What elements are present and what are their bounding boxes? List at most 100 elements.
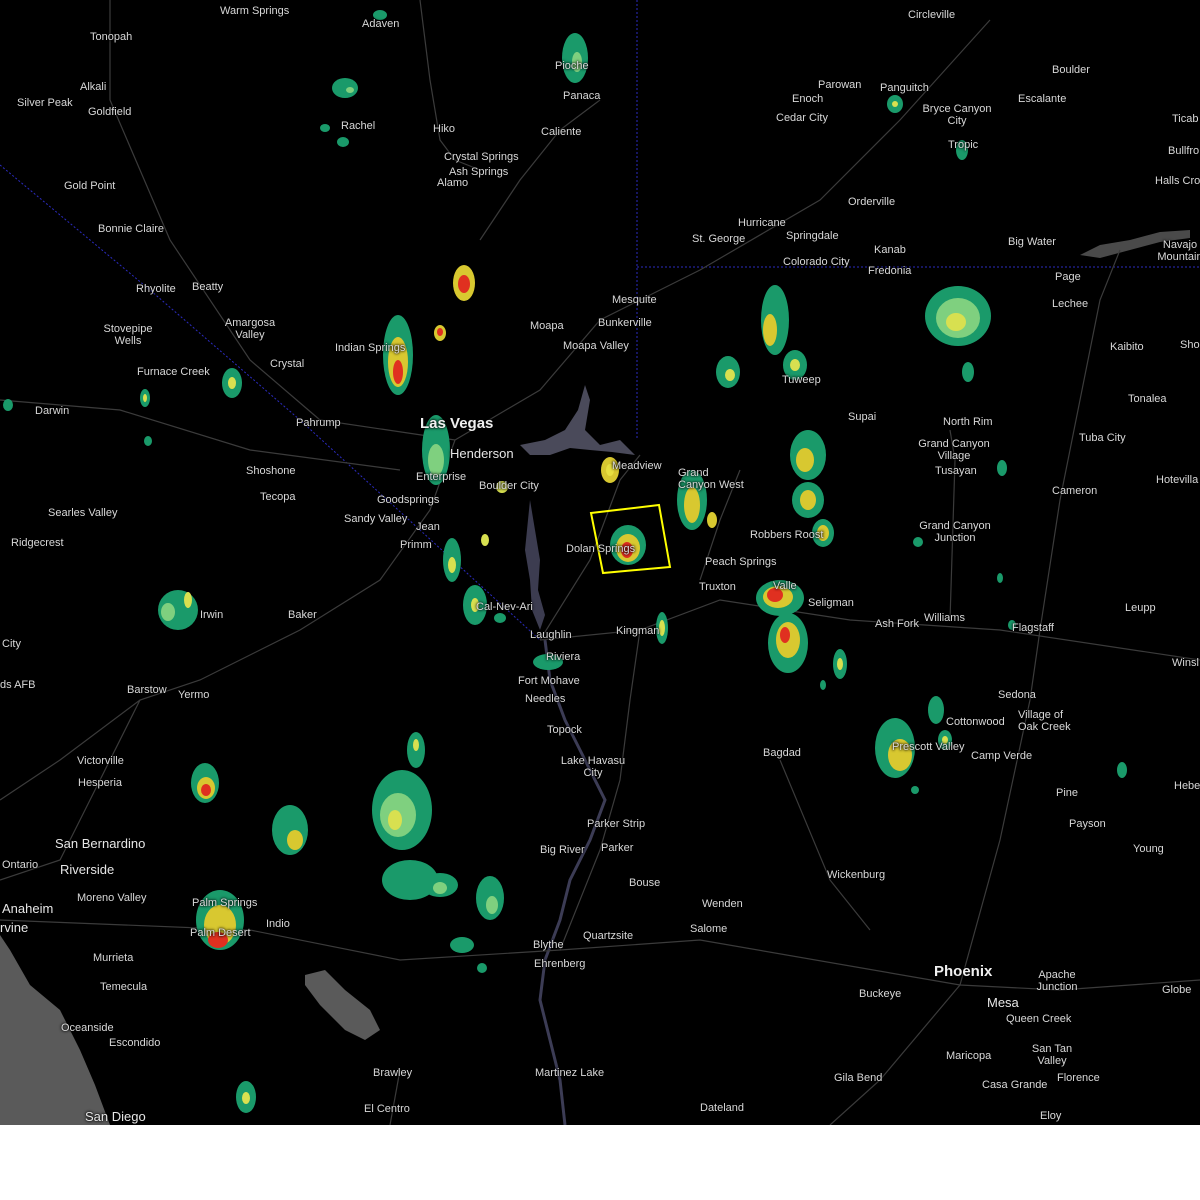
place-label: Grand Canyon West [678,467,744,491]
place-label: Orderville [848,196,896,208]
place-label: Victorville [77,755,124,767]
place-label: Fort Mohave [518,675,580,687]
city-label: Phoenix [934,963,993,980]
salton-sea [305,970,380,1040]
place-label: Ehrenberg [534,958,586,970]
place-label: Indian Springs [335,342,406,354]
place-label: San Tan Valley [1031,1043,1073,1067]
place-label: Hurricane [738,217,786,229]
place-label: Primm [400,539,432,551]
place-label: Circleville [908,9,956,21]
place-label: Fredonia [868,265,912,277]
place-label: Adaven [362,18,400,30]
place-label: Hebe [1174,780,1200,792]
place-label: Rhyolite [136,283,176,295]
place-label: Lechee [1052,298,1089,310]
place-label: Sho [1180,339,1200,351]
radar-map[interactable]: Warm Springs Adaven Circleville Tonopah … [0,0,1200,1125]
place-label: Amargosa Valley [224,317,276,341]
place-label: Florence [1057,1072,1100,1084]
place-label: Prescott Valley [892,741,965,753]
place-label: Palm Desert [190,927,251,939]
place-label: Parker Strip [587,818,646,830]
place-label: Murrieta [93,952,134,964]
place-label: Pioche [555,60,589,72]
place-label: Gold Point [64,180,116,192]
place-label: Panaca [563,90,601,102]
place-label: Tonopah [90,31,133,43]
place-label: Laughlin [530,629,572,641]
place-label: Alamo [437,177,469,189]
map-canvas [0,0,1200,1125]
place-label: Searles Valley [48,507,118,519]
place-label: Wenden [702,898,743,910]
place-label: Pine [1056,787,1079,799]
city-label: Henderson [450,446,514,461]
place-label: Lake Havasu City [560,755,626,779]
place-label: Colorado City [783,256,850,268]
place-label: Bunkerville [598,317,652,329]
place-label: Tropic [948,139,979,151]
place-label: Cal-Nev-Ari [476,601,533,613]
radar-returns [3,10,1127,1113]
place-label: Palm Springs [192,897,258,909]
place-label: Big Water [1008,236,1056,248]
place-label: Hesperia [78,777,123,789]
place-label: Irwin [200,609,224,621]
place-label: Springdale [786,230,839,242]
place-label: Page [1055,271,1081,283]
place-label: Enterprise [416,471,467,483]
place-label: Williams [924,612,965,624]
place-label: Wickenburg [827,869,886,881]
place-label: Goldfield [88,106,132,118]
footer-blank [0,1125,1200,1200]
place-label: Big River [540,844,585,856]
place-label: Peach Springs [705,556,777,568]
place-label: Silver Peak [17,97,73,109]
place-label: Ridgecrest [11,537,64,549]
city-label: Riverside [60,862,115,877]
place-label: Grand Canyon Village [918,438,990,462]
place-label: Cottonwood [946,716,1005,728]
place-label: North Rim [943,416,993,428]
place-label: Tecopa [260,491,296,503]
place-label: Barstow [127,684,167,696]
place-label: City [2,638,21,650]
place-label: Stovepipe Wells [103,323,153,347]
place-label: Salome [690,923,728,935]
city-label: San Bernardino [55,836,146,851]
place-label: Mesquite [612,294,657,306]
place-label: Panguitch [880,82,929,94]
place-label: Beatty [192,281,224,293]
place-label: Winsl [1172,657,1199,669]
city-label: San Diego [85,1109,146,1124]
place-label: Hiko [433,123,456,135]
place-label: Moreno Valley [77,892,147,904]
place-label: Ticab [1172,113,1199,125]
place-label: Bonnie Claire [98,223,165,235]
place-label: Halls Cro [1155,175,1200,187]
place-label: Eloy [1040,1110,1062,1122]
place-label: Bryce Canyon City [922,103,992,127]
place-label: Moapa Valley [563,340,629,352]
place-label: Tusayan [935,465,977,477]
place-label: Yermo [178,689,210,701]
place-label: Goodsprings [377,494,440,506]
place-label: Crystal Springs [444,151,519,163]
place-label: Seligman [808,597,854,609]
place-label: Bullfro [1168,145,1200,157]
place-label: Kanab [874,244,906,256]
place-label: Kingman [616,625,660,637]
city-label: Las Vegas [420,415,494,432]
place-label: Buckeye [859,988,902,1000]
place-label: Topock [547,724,582,736]
place-label: Indio [266,918,290,930]
place-label: Warm Springs [220,5,290,17]
place-label: Escalante [1018,93,1067,105]
place-label: Darwin [35,405,70,417]
colorado-river [538,639,607,1125]
place-label: Riviera [546,651,581,663]
place-label: Robbers Roost [750,529,824,541]
place-label: Dolan Springs [566,543,636,555]
place-label: Bouse [629,877,661,889]
